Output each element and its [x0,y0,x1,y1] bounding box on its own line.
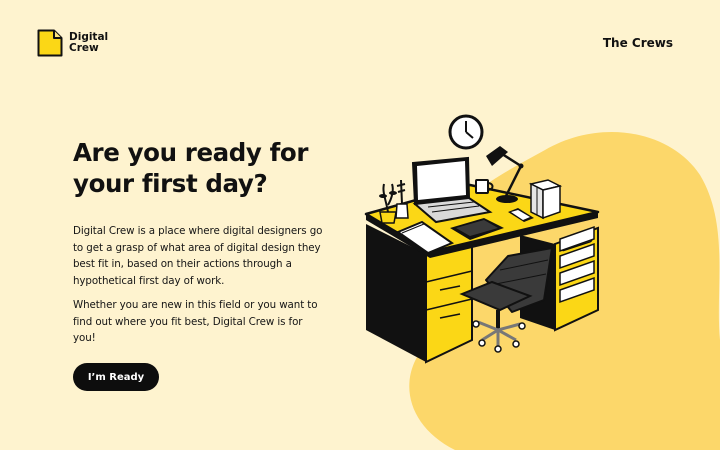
brand-logo[interactable]: Digital Crew [37,29,108,57]
hero-invitation: Whether you are new in this field or you… [73,299,318,344]
plant-icon [379,179,409,224]
hero-description: Digital Crew is a place where digital de… [73,225,323,287]
logo-icon [37,29,63,57]
brand-name-line2: Crew [69,42,99,54]
brand-name: Digital Crew [69,32,108,54]
nav-link-the-crews[interactable]: The Crews [603,36,673,50]
clock-icon [448,114,484,150]
im-ready-button[interactable]: I’m Ready [73,363,159,391]
books-icon [528,179,563,220]
hero-title: Are you ready for your first day? [73,138,309,198]
office-desk-illustration [364,114,720,450]
